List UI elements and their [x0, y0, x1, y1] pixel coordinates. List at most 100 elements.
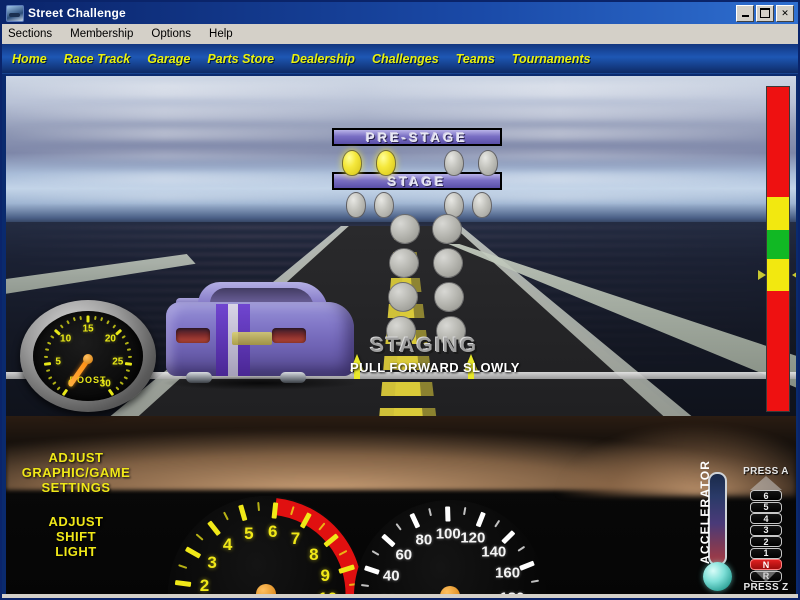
gauge-tick-major	[87, 315, 90, 322]
adjust-graphics-line: ADJUST	[8, 450, 144, 465]
gauge-tick-minor	[127, 348, 131, 351]
adjust-graphics-instruction[interactable]: ADJUSTGRAPHIC/GAMESETTINGS	[8, 450, 144, 495]
gauge-tick-minor	[107, 320, 111, 324]
status-bar	[2, 594, 798, 598]
gauge-tick-minor	[372, 550, 380, 556]
nav-item-garage[interactable]: Garage	[147, 52, 190, 66]
gear-cell-1[interactable]: 1	[750, 548, 782, 559]
window-title: Street Challenge	[28, 6, 126, 20]
gear-cell-5[interactable]: 5	[750, 502, 782, 513]
amber-bulb	[390, 214, 420, 244]
gauge-numeral: 8	[309, 545, 318, 565]
gauge-tick-minor	[94, 315, 97, 319]
pre-stage-bulb	[376, 150, 396, 176]
pre-stage-bulb	[478, 150, 498, 176]
gauge-tick-minor	[494, 520, 500, 528]
gauge-tick-minor	[125, 341, 129, 344]
gauge-numeral: 2	[200, 576, 209, 596]
gauge-numeral: 5	[244, 524, 253, 544]
gauge-tick-minor	[100, 317, 103, 321]
gauge-tick-minor	[50, 335, 54, 339]
shift-light-segment-yellow	[767, 197, 789, 229]
maximize-button[interactable]	[756, 5, 774, 22]
gauge-numeral: 80	[416, 531, 433, 548]
menu-item-options[interactable]: Options	[151, 28, 191, 40]
gauge-tick-minor	[428, 508, 432, 516]
gauge-tick-major	[125, 362, 132, 366]
car-taillight-left	[176, 328, 210, 343]
gauge-tick-minor	[126, 369, 130, 372]
menu-item-membership[interactable]: Membership	[70, 28, 133, 40]
nav-item-dealership[interactable]: Dealership	[291, 52, 355, 66]
gear-cell-N[interactable]: N	[750, 559, 782, 570]
shift-down-arrow-icon	[754, 570, 778, 582]
gauge-tick-minor	[60, 324, 64, 328]
game-window: Street Challenge ✕ Sections Membership O…	[0, 0, 800, 600]
adjust-shift-light-instruction[interactable]: ADJUSTSHIFTLIGHT	[8, 514, 144, 559]
gauge-tick-minor	[115, 387, 119, 391]
gear-cell-3[interactable]: 3	[750, 525, 782, 536]
gauge-numeral: 25	[112, 357, 123, 368]
gauge-hub	[83, 354, 93, 364]
accelerator-label: ACCELERATOR	[698, 474, 712, 564]
cloud-band	[6, 106, 796, 120]
shift-light-segment-green	[767, 230, 789, 259]
gauge-tick-minor	[47, 341, 51, 344]
adjust-shift-light-line: ADJUST	[8, 514, 144, 529]
gauge-numeral: 160	[495, 564, 520, 581]
gauge-numeral: 30	[100, 378, 111, 389]
nav-item-race-track[interactable]: Race Track	[64, 52, 131, 66]
nav-item-tournaments[interactable]: Tournaments	[512, 52, 591, 66]
gear-cell-2[interactable]: 2	[750, 536, 782, 547]
title-bar: Street Challenge ✕	[2, 2, 798, 24]
car-exhaust-left	[186, 372, 212, 383]
nav-item-teams[interactable]: Teams	[456, 52, 495, 66]
gauge-tick-minor	[531, 579, 539, 582]
nav-item-parts-store[interactable]: Parts Store	[207, 52, 274, 66]
pre-stage-label: PRE-STAGE	[366, 130, 468, 145]
car-stripe-purple-left	[216, 304, 228, 376]
gauge-tick-major	[445, 506, 450, 521]
shift-light-segment-red	[767, 87, 789, 197]
pre-stage-bulb	[444, 150, 464, 176]
gauge-numeral: 15	[82, 324, 93, 335]
game-viewport[interactable]: PRE-STAGE STAGE	[6, 76, 796, 598]
nav-item-home[interactable]: Home	[12, 52, 47, 66]
nav-item-challenges[interactable]: Challenges	[372, 52, 439, 66]
gauge-tick-minor	[80, 315, 83, 319]
menu-item-sections[interactable]: Sections	[8, 28, 52, 40]
gauge-numeral: 3	[207, 553, 216, 573]
gauge-numeral: 60	[395, 546, 412, 563]
gauge-tick-minor	[44, 356, 48, 358]
gauge-tick-major	[364, 565, 380, 575]
staging-title: STAGING	[370, 334, 478, 358]
gear-cell-6[interactable]: 6	[750, 490, 782, 501]
gear-cell-4[interactable]: 4	[750, 513, 782, 524]
menu-bar: Sections Membership Options Help	[2, 24, 798, 44]
redline-arc	[164, 492, 368, 598]
gauge-numeral: 100	[436, 526, 461, 543]
gear-selector: PRESS A 654321NR PRESS Z	[736, 466, 796, 598]
window-controls: ✕	[736, 5, 796, 22]
menu-item-help[interactable]: Help	[209, 28, 233, 40]
shift-down-label: PRESS Z	[736, 582, 796, 593]
car-taillight-right	[272, 328, 306, 343]
amber-bulb	[433, 248, 463, 278]
site-nav-bar: Home Race Track Garage Parts Store Deale…	[2, 44, 798, 74]
staging-message: STAGING PULL FORWARD SLOWLY	[346, 334, 526, 382]
gauge-numeral: 6	[268, 522, 277, 542]
gauge-tick-major	[108, 388, 114, 395]
gauge-tick-minor	[361, 584, 369, 587]
stage-label-plate: STAGE	[332, 172, 502, 190]
gauge-numeral: 4	[223, 535, 232, 555]
player-car	[158, 276, 363, 394]
boost-gauge-face: BOOST 051015202530	[33, 311, 143, 401]
amber-bulb	[432, 214, 462, 244]
gauge-numeral: 7	[291, 529, 300, 549]
gauge-tick-minor	[128, 356, 132, 358]
gauge-tick-major	[381, 534, 396, 548]
pre-stage-bulb	[342, 150, 362, 176]
minimize-button[interactable]	[736, 5, 754, 22]
close-button[interactable]: ✕	[776, 5, 794, 22]
amber-bulb	[389, 248, 419, 278]
